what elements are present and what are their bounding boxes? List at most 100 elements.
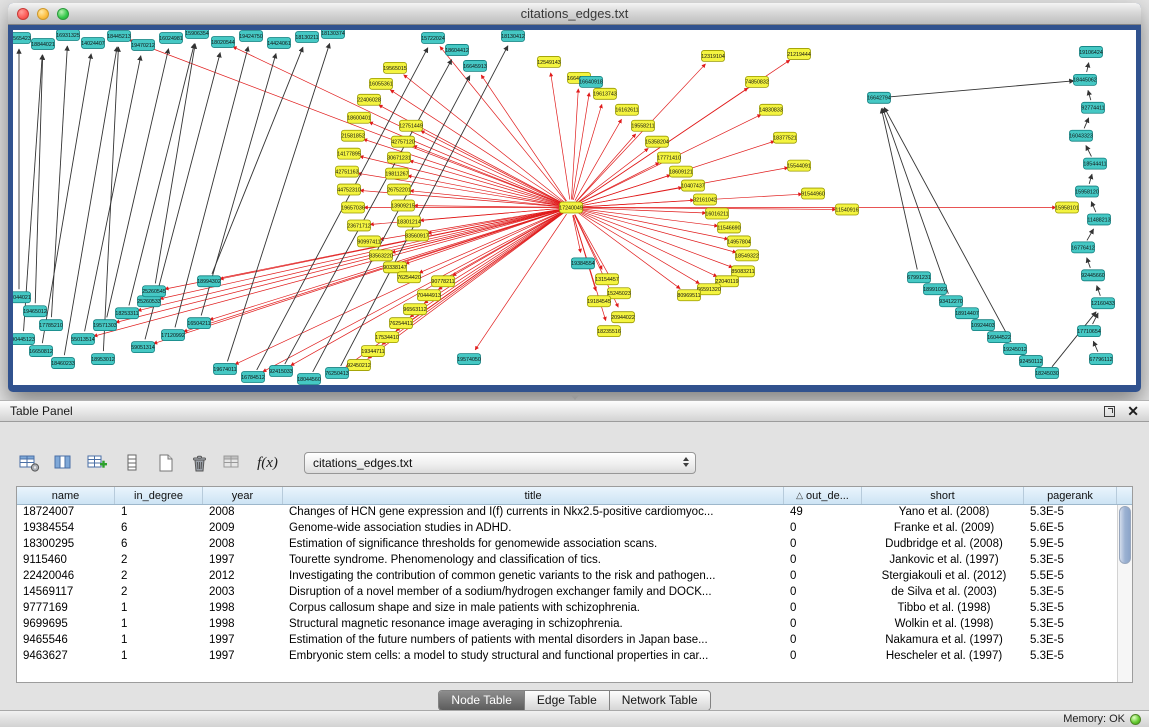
- graph-node[interactable]: 16640918: [579, 76, 603, 87]
- select-columns-icon[interactable]: [50, 450, 77, 476]
- graph-node[interactable]: 11546690: [717, 222, 740, 233]
- graph-node[interactable]: 19465012: [23, 306, 47, 317]
- table-cell[interactable]: Yano et al. (2008): [862, 505, 1024, 521]
- graph-edge[interactable]: [42, 54, 91, 343]
- graph-node[interactable]: 83563220: [369, 250, 393, 261]
- graph-edge[interactable]: [1084, 118, 1089, 129]
- graph-node[interactable]: 15544091: [787, 160, 811, 171]
- graph-node[interactable]: 18549322: [735, 250, 759, 261]
- graph-edge[interactable]: [883, 108, 949, 294]
- graph-node[interactable]: 23671712: [347, 220, 371, 231]
- new-file-icon[interactable]: [152, 450, 179, 476]
- table-row[interactable]: 1872400712008Changes of HCN gene express…: [17, 505, 1117, 521]
- table-scrollbar-thumb[interactable]: [1119, 506, 1131, 564]
- graph-node[interactable]: 13909215: [391, 200, 415, 211]
- graph-edge[interactable]: [1088, 90, 1091, 100]
- table-cell[interactable]: 9777169: [17, 601, 115, 617]
- graph-node[interactable]: 19574050: [457, 354, 481, 365]
- graph-edge[interactable]: [881, 109, 917, 270]
- graph-node[interactable]: 90338147: [383, 262, 407, 273]
- table-cell[interactable]: 5.6E-5: [1024, 521, 1117, 537]
- graph-node[interactable]: 15722024: [421, 32, 445, 43]
- graph-edge[interactable]: [405, 210, 563, 264]
- graph-node[interactable]: 18445062: [1073, 74, 1097, 85]
- graph-node[interactable]: 90997411: [357, 236, 380, 247]
- graph-node[interactable]: 16784512: [241, 372, 265, 383]
- graph-edge[interactable]: [1097, 286, 1101, 296]
- float-panel-icon[interactable]: [1104, 406, 1115, 417]
- table-cell[interactable]: 9699695: [17, 617, 115, 633]
- graph-node[interactable]: 92450212: [347, 360, 371, 371]
- graph-node[interactable]: 18044560: [297, 374, 321, 385]
- table-row[interactable]: 969969511998Structural magnetic resonanc…: [17, 617, 1117, 633]
- graph-node[interactable]: 25260545: [142, 286, 166, 297]
- graph-edge[interactable]: [576, 134, 635, 202]
- table-row[interactable]: 2242004622012Investigating the contribut…: [17, 569, 1117, 585]
- graph-node[interactable]: 19565423: [13, 32, 31, 43]
- table-cell[interactable]: 22420046: [17, 569, 115, 585]
- table-cell[interactable]: Stergiakouli et al. (2012): [862, 569, 1024, 585]
- table-cell[interactable]: de Silva et al. (2003): [862, 585, 1024, 601]
- graph-node[interactable]: 16016211: [705, 208, 728, 219]
- graph-node[interactable]: 12319104: [701, 50, 725, 61]
- graph-node[interactable]: 18301214: [397, 216, 421, 227]
- table-row[interactable]: 946554611997Estimation of the future num…: [17, 633, 1117, 649]
- graph-node[interactable]: 59051314: [131, 342, 155, 353]
- graph-edge[interactable]: [1087, 63, 1089, 72]
- graph-node[interactable]: 70444913: [417, 290, 441, 301]
- tab-network-table[interactable]: Network Table: [610, 691, 710, 710]
- table-cell[interactable]: 5.3E-5: [1024, 553, 1117, 569]
- graph-node[interactable]: 17120992: [161, 330, 185, 341]
- table-cell[interactable]: Jankovic et al. (1997): [862, 553, 1024, 569]
- function-icon[interactable]: f(x): [254, 450, 281, 476]
- graph-node[interactable]: 16645913: [463, 60, 487, 71]
- table-cell[interactable]: 2008: [203, 505, 283, 521]
- table-cell[interactable]: 1998: [203, 601, 283, 617]
- graph-node[interactable]: 18020544: [211, 36, 235, 47]
- graph-node[interactable]: 19184545: [587, 296, 611, 307]
- graph-node[interactable]: 18991022: [923, 284, 947, 295]
- graph-node[interactable]: 44752310: [337, 184, 361, 195]
- graph-node[interactable]: 12549143: [537, 56, 561, 67]
- table-cell[interactable]: 0: [784, 633, 862, 649]
- table-cell[interactable]: Wolkin et al. (1998): [862, 617, 1024, 633]
- graph-node[interactable]: 18235516: [597, 326, 621, 337]
- graph-edge[interactable]: [577, 148, 648, 202]
- graph-node[interactable]: 92445660: [1081, 270, 1105, 281]
- graph-edge[interactable]: [1086, 146, 1092, 157]
- tab-node-table[interactable]: Node Table: [439, 691, 525, 710]
- graph-node[interactable]: 18914407: [955, 308, 979, 319]
- graph-edge[interactable]: [579, 194, 802, 207]
- table-cell[interactable]: 18300295: [17, 537, 115, 553]
- graph-edge[interactable]: [1087, 229, 1094, 240]
- graph-node[interactable]: 96563112: [403, 304, 426, 315]
- close-panel-icon[interactable]: ✕: [1127, 405, 1139, 417]
- graph-edge[interactable]: [35, 55, 42, 303]
- graph-node[interactable]: 91544960: [801, 188, 825, 199]
- graph-node[interactable]: 11488213: [1087, 214, 1110, 225]
- graph-edge[interactable]: [341, 46, 508, 366]
- graph-node[interactable]: 18600401: [347, 112, 371, 123]
- graph-node[interactable]: 55013514: [71, 334, 95, 345]
- table-cell[interactable]: 19384554: [17, 521, 115, 537]
- graph-node[interactable]: 15906354: [185, 30, 209, 38]
- table-cell[interactable]: Dudbridge et al. (2008): [862, 537, 1024, 553]
- column-header-pagerank[interactable]: pagerank: [1024, 487, 1117, 504]
- graph-edge[interactable]: [573, 104, 602, 200]
- graph-node[interactable]: 14830833: [759, 104, 783, 115]
- table-cell[interactable]: 1997: [203, 649, 283, 665]
- table-cell[interactable]: Estimation of the future numbers of pati…: [283, 633, 784, 649]
- graph-node[interactable]: 14024407: [81, 37, 105, 48]
- graph-node[interactable]: 19245012: [1003, 344, 1027, 355]
- graph-node[interactable]: 26752201: [387, 184, 411, 195]
- graph-node[interactable]: 76254420: [397, 272, 421, 283]
- graph-node[interactable]: 17534410: [375, 332, 399, 343]
- table-row[interactable]: 1830029562008Estimation of significance …: [17, 537, 1117, 553]
- table-cell[interactable]: 2: [115, 585, 203, 601]
- graph-node[interactable]: 14957804: [727, 236, 751, 247]
- graph-node[interactable]: 92774411: [1081, 102, 1104, 113]
- graph-node[interactable]: 19571303: [93, 320, 117, 331]
- graph-node[interactable]: 25260533: [137, 296, 161, 307]
- graph-node[interactable]: 19657036: [341, 202, 365, 213]
- graph-node[interactable]: 19613743: [593, 88, 617, 99]
